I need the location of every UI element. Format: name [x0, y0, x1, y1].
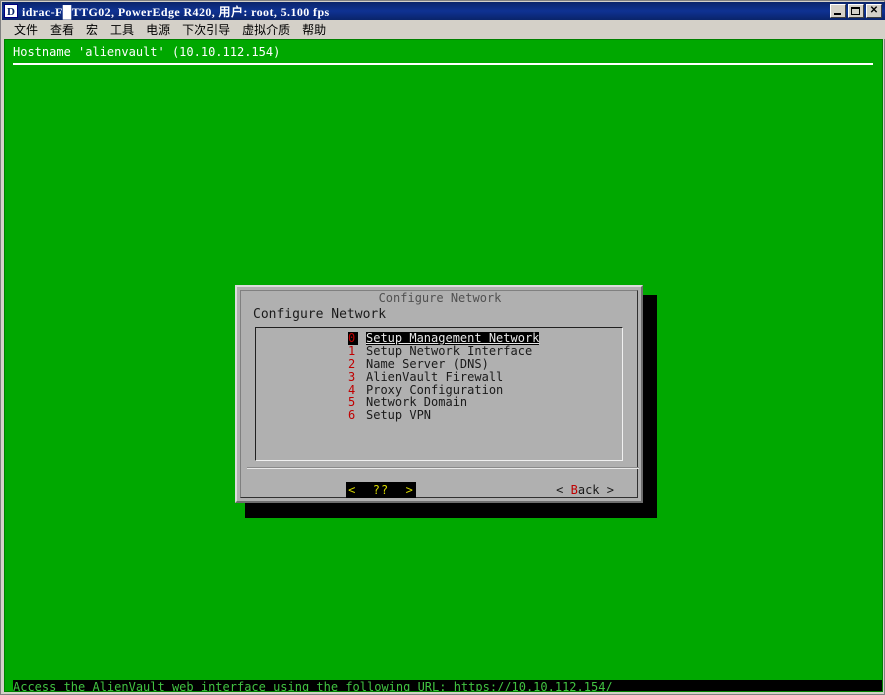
- menu-option-label: AlienVault Firewall: [366, 369, 504, 384]
- back-button-hotkey: B: [570, 483, 578, 497]
- menu-item-next-boot[interactable]: 下次引导: [176, 20, 236, 40]
- console-banner-divider: [13, 63, 873, 65]
- application-menu-bar: 文件 查看 宏 工具 电源 下次引导 虚拟介质 帮助: [2, 20, 885, 39]
- console-hostname-banner: Hostname 'alienvault' (10.10.112.154): [13, 45, 281, 59]
- menu-option-label: Name Server (DNS): [366, 356, 489, 371]
- back-button-prefix: <: [556, 483, 571, 497]
- dialog-frame: Configure Network Configure Network 0 Se…: [240, 290, 639, 499]
- dialog-heading: Configure Network: [253, 307, 387, 322]
- console-screen: Hostname 'alienvault' (10.10.112.154) Co…: [5, 40, 882, 691]
- close-icon: ✕: [869, 5, 879, 16]
- menu-option-alienvault-firewall[interactable]: 3 AlienVault Firewall: [348, 369, 618, 384]
- maximize-button[interactable]: [848, 4, 864, 18]
- menu-option-setup-network-interface[interactable]: 1 Setup Network Interface: [348, 343, 618, 358]
- menu-option-number: 3: [348, 369, 356, 384]
- dialog-menu-box: 0 Setup Management Network 1 Setup Netwo…: [255, 327, 623, 461]
- idrac-virtual-console-window: D idrac-F█TTG02, PowerEdge R420, 用户: roo…: [0, 0, 885, 695]
- menu-item-file[interactable]: 文件: [8, 20, 44, 40]
- window-title-bar: D idrac-F█TTG02, PowerEdge R420, 用户: roo…: [2, 2, 885, 20]
- dialog-button-row: < ?? > < Back >: [241, 481, 639, 499]
- menu-item-virtual-media[interactable]: 虚拟介质: [236, 20, 296, 40]
- menu-option-number: 6: [348, 408, 356, 423]
- window-title: idrac-F█TTG02, PowerEdge R420, 用户: root,…: [22, 4, 330, 19]
- window-controls: ✕: [830, 4, 882, 18]
- menu-item-help[interactable]: 帮助: [296, 20, 332, 40]
- menu-option-setup-management-network[interactable]: 0 Setup Management Network: [348, 332, 618, 345]
- menu-option-number: 1: [348, 343, 356, 358]
- menu-option-label: Setup Network Interface: [366, 343, 533, 358]
- menu-item-power[interactable]: 电源: [140, 20, 176, 40]
- dialog-primary-button[interactable]: < ?? >: [346, 482, 416, 498]
- menu-item-view[interactable]: 查看: [44, 20, 80, 40]
- menu-item-tools[interactable]: 工具: [104, 20, 140, 40]
- menu-option-label: Setup VPN: [366, 408, 432, 423]
- close-button[interactable]: ✕: [866, 4, 882, 18]
- configure-network-menu: 0 Setup Management Network 1 Setup Netwo…: [348, 332, 618, 422]
- remote-console-viewport[interactable]: Hostname 'alienvault' (10.10.112.154) Co…: [4, 39, 883, 692]
- idrac-app-icon: D: [4, 4, 18, 18]
- dialog-back-button[interactable]: < Back >: [453, 466, 616, 514]
- dialog-window-title: Configure Network: [378, 291, 502, 305]
- menu-option-setup-vpn[interactable]: 6 Setup VPN: [348, 409, 618, 422]
- menu-item-macro[interactable]: 宏: [80, 20, 104, 40]
- console-bottom-status-line: Access the AlienVault web interface usin…: [13, 680, 882, 691]
- back-button-rest: ack >: [577, 483, 614, 497]
- configure-network-dialog: Configure Network Configure Network 0 Se…: [235, 285, 643, 503]
- menu-option-name-server-dns[interactable]: 2 Name Server (DNS): [348, 356, 618, 371]
- menu-option-number: 2: [348, 356, 356, 371]
- minimize-button[interactable]: [830, 4, 846, 18]
